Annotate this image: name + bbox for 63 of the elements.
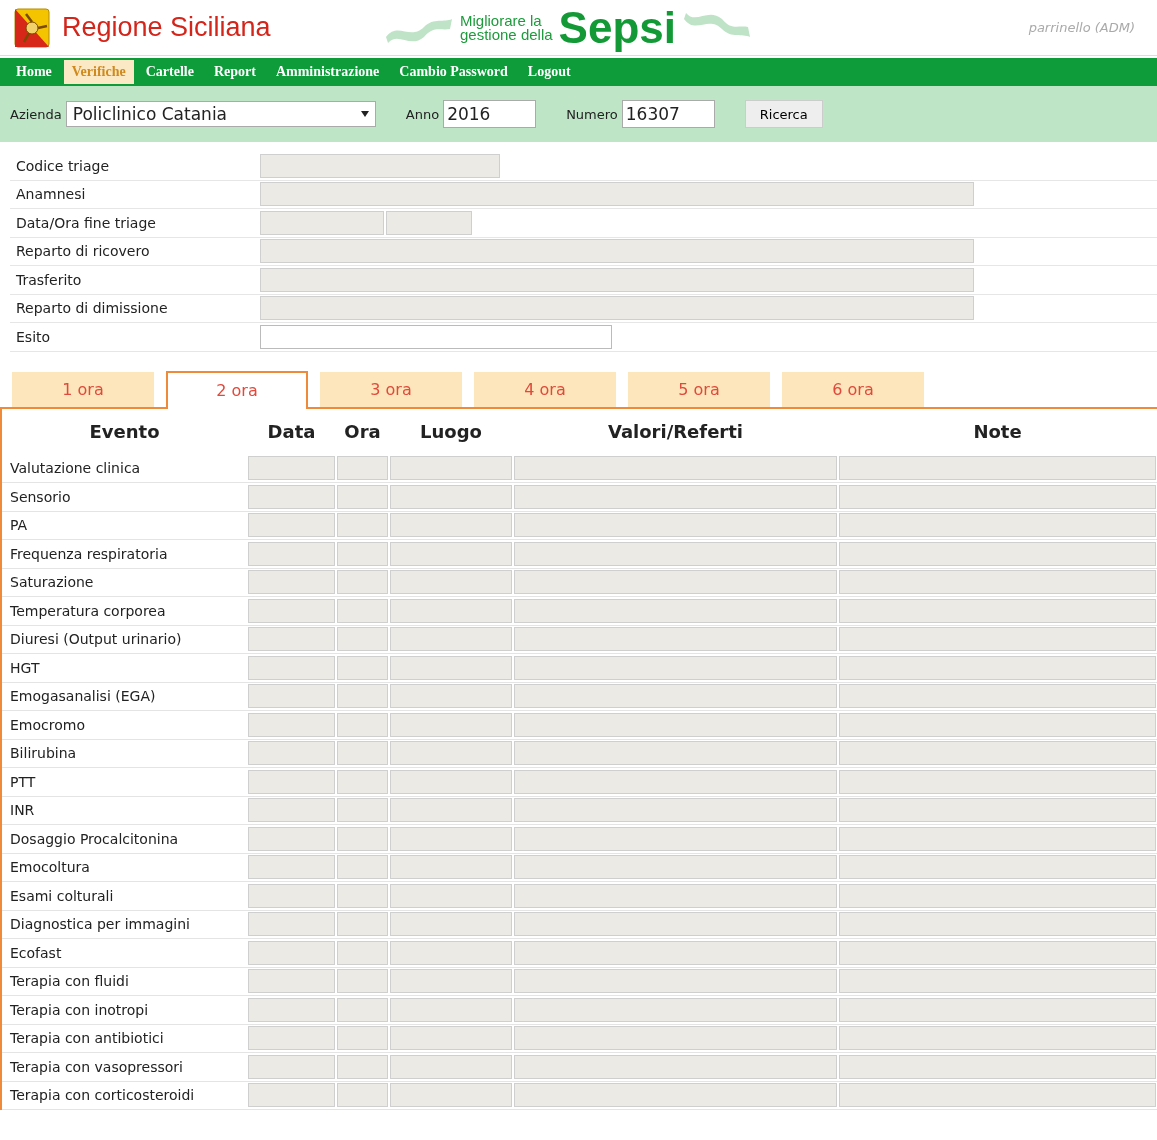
numero-field[interactable]: 16307 [621, 100, 715, 128]
field-label: Codice triage [15, 157, 111, 174]
event-label: Sensorio [1, 482, 247, 511]
nav-link[interactable]: Amministrazione [267, 60, 388, 84]
input-field[interactable] [260, 324, 612, 349]
tab[interactable]: 2 ora [166, 370, 308, 409]
event-label: Terapia con vasopressori [1, 1052, 247, 1081]
event-label: Saturazione [1, 568, 247, 597]
tab[interactable]: 3 ora [320, 371, 462, 407]
column-header: Note [972, 420, 1023, 444]
event-label: Diuresi (Output urinario) [1, 625, 247, 654]
event-label: Frequenza respiratoria [1, 539, 247, 568]
field-label: Reparto di ricovero [15, 243, 151, 260]
event-label: PA [1, 511, 247, 540]
event-label: Dosaggio Procalcitonina [1, 824, 247, 853]
tab[interactable]: 4 ora [474, 371, 616, 407]
caret-icon [360, 111, 369, 117]
event-label: HGT [1, 653, 247, 682]
field-label: Anamnesi [15, 186, 87, 203]
azienda-select[interactable]: Policlinico Catania [65, 101, 376, 127]
event-label: Emocoltura [1, 853, 247, 882]
event-label: Esami colturali [1, 881, 247, 910]
event-label: Diagnostica per immagini [1, 910, 247, 939]
anno-field[interactable]: 2016 [443, 100, 537, 128]
event-label: Terapia con inotropi [1, 995, 247, 1024]
column-header: Evento [1, 408, 247, 455]
nav-link[interactable]: Cambio Password [391, 60, 516, 84]
field-label: Trasferito [15, 271, 83, 288]
column-header: Luogo [419, 420, 483, 444]
event-label: Emogasanalisi (EGA) [1, 682, 247, 711]
event-label: Terapia con fluidi [1, 967, 247, 996]
event-label: Ecofast [1, 938, 247, 967]
nav-link[interactable]: Verifiche [63, 60, 134, 84]
numero-label: Numero [566, 106, 618, 122]
field-label: Data/Ora fine triage [15, 214, 157, 231]
column-header: Data [266, 420, 317, 444]
event-label: INR [1, 796, 247, 825]
field-label: Esito [15, 328, 52, 345]
event-label: Bilirubina [1, 739, 247, 768]
column-header: Ora [343, 420, 382, 444]
column-header: Valori/Referti [607, 420, 744, 444]
region-title: Regione Siciliana [62, 12, 271, 43]
nav-link[interactable]: Logout [519, 60, 579, 84]
nav-link[interactable]: Cartelle [137, 60, 202, 84]
anno-label: Anno [405, 106, 440, 122]
event-label: Temperatura corporea [1, 596, 247, 625]
user-label: parrinello (ADM) [1028, 20, 1135, 35]
tagline-text: Migliorare la [460, 13, 543, 28]
event-label: Terapia con corticosteroidi [1, 1081, 247, 1110]
field-label: Reparto di dimissione [15, 300, 169, 317]
tab[interactable]: 5 ora [628, 371, 770, 407]
event-label: PTT [1, 767, 247, 796]
event-label: Valutazione clinica [1, 454, 247, 483]
tab[interactable]: 6 ora [782, 371, 924, 407]
azienda-label: Azienda [10, 106, 62, 122]
nav-link[interactable]: Home [8, 60, 60, 84]
coat-of-arms-icon [14, 7, 50, 48]
event-label: Emocromo [1, 710, 247, 739]
search-button[interactable]: Ricerca [744, 100, 823, 128]
event-label: Terapia con antibiotici [1, 1024, 247, 1053]
tab[interactable]: 1 ora [12, 371, 154, 407]
nav-link[interactable]: Report [205, 60, 264, 84]
logo-wordmark: Sepsi [558, 2, 676, 53]
